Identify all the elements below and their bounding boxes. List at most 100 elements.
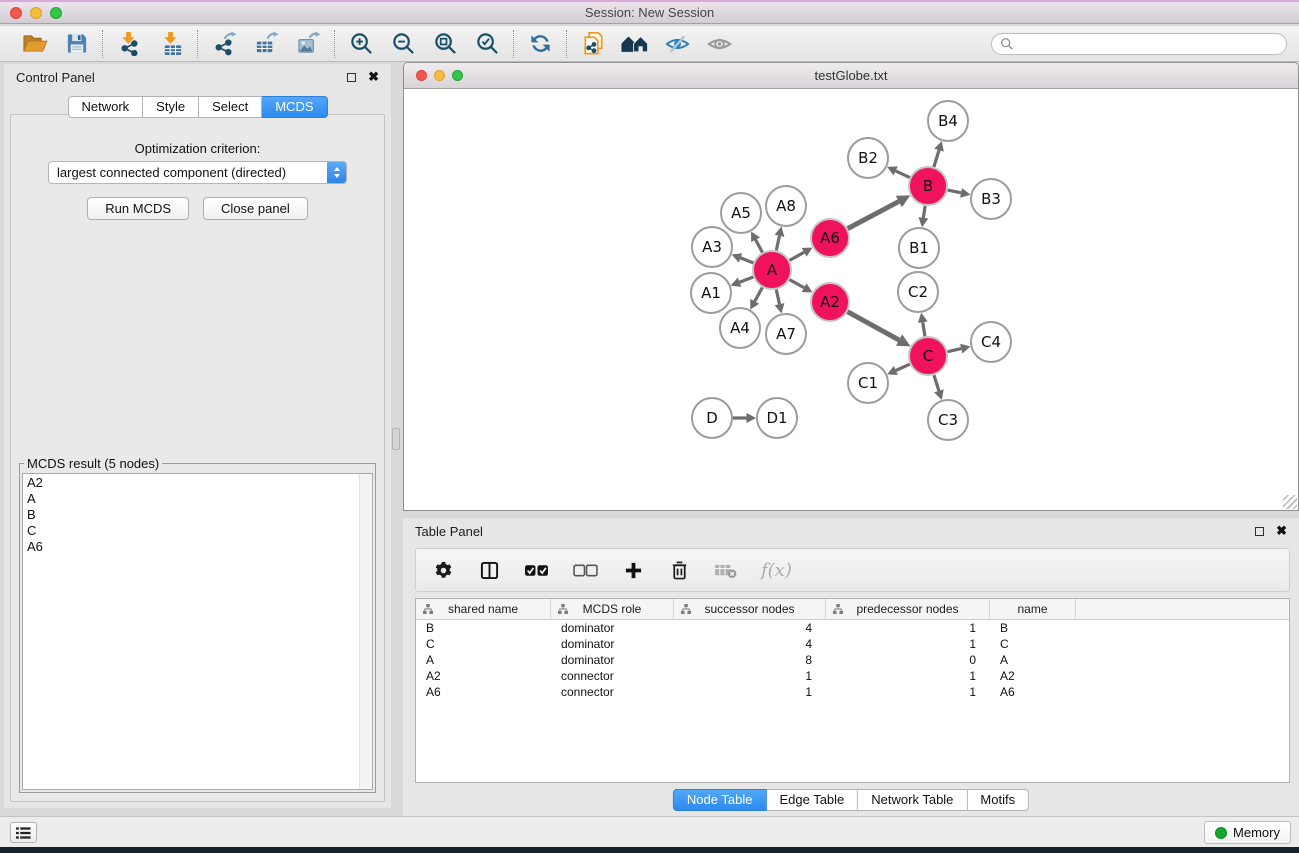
close-table-panel-icon[interactable]: ✖ bbox=[1276, 526, 1287, 536]
graph-edge-C-C2[interactable] bbox=[918, 313, 928, 336]
table-cell[interactable]: connector bbox=[551, 669, 674, 683]
mcds-result-item[interactable]: B bbox=[27, 507, 372, 523]
table-cell[interactable]: connector bbox=[551, 685, 674, 699]
mcds-result-item[interactable]: A2 bbox=[27, 475, 372, 491]
table-cell[interactable]: dominator bbox=[551, 621, 674, 635]
export-image-button[interactable] bbox=[293, 29, 323, 59]
graph-edge-A2-C[interactable] bbox=[848, 312, 911, 347]
graph-node-B[interactable]: B bbox=[909, 167, 947, 205]
graph-edge-B-B1[interactable] bbox=[918, 206, 928, 227]
table-row[interactable]: Cdominator41C bbox=[416, 636, 1289, 652]
unselect-all-button[interactable] bbox=[573, 558, 598, 582]
table-cell[interactable]: B bbox=[990, 621, 1076, 635]
refresh-button[interactable] bbox=[525, 29, 555, 59]
select-all-button[interactable] bbox=[524, 558, 549, 582]
graph-edge-B-B4[interactable] bbox=[934, 141, 944, 167]
close-panel-icon[interactable]: ✖ bbox=[368, 72, 379, 82]
graph-node-C[interactable]: C bbox=[909, 337, 947, 375]
graph-node-C1[interactable]: C1 bbox=[848, 363, 888, 403]
tab-style[interactable]: Style bbox=[143, 96, 199, 118]
table-tab-edge-table[interactable]: Edge Table bbox=[766, 789, 858, 811]
graph-edge-A-A3[interactable] bbox=[732, 253, 754, 263]
export-table-button[interactable] bbox=[251, 29, 281, 59]
graph-node-C3[interactable]: C3 bbox=[928, 400, 968, 440]
minimize-window-button[interactable] bbox=[30, 7, 42, 19]
graph-node-A8[interactable]: A8 bbox=[766, 186, 806, 226]
graph-edge-A-A4[interactable] bbox=[750, 288, 762, 310]
table-row[interactable]: A2connector11A2 bbox=[416, 668, 1289, 684]
network-canvas[interactable]: B4B2BB3A5A8A6B1A3AA1C2A2A4A7C4CC1C3DD1 bbox=[404, 89, 1298, 510]
mcds-result-item[interactable]: C bbox=[27, 523, 372, 539]
mcds-result-item[interactable]: A6 bbox=[27, 539, 372, 555]
graph-node-A4[interactable]: A4 bbox=[720, 308, 760, 348]
table-cell[interactable]: 1 bbox=[826, 621, 990, 635]
add-column-button[interactable] bbox=[622, 558, 644, 582]
graph-node-A5[interactable]: A5 bbox=[721, 193, 761, 233]
table-cell[interactable]: B bbox=[416, 621, 551, 635]
open-file-button[interactable] bbox=[19, 29, 49, 59]
graph-edge-A-A5[interactable] bbox=[751, 231, 762, 252]
mcds-result-item[interactable]: A bbox=[27, 491, 372, 507]
graph-edge-D-D1[interactable] bbox=[733, 413, 756, 423]
graph-edge-A-A2[interactable] bbox=[790, 280, 813, 293]
table-cell[interactable]: A2 bbox=[416, 669, 551, 683]
table-cell[interactable]: C bbox=[416, 637, 551, 651]
table-cell[interactable]: A6 bbox=[416, 685, 551, 699]
graph-node-B3[interactable]: B3 bbox=[971, 179, 1011, 219]
function-builder-button[interactable]: f(x) bbox=[761, 558, 792, 582]
graph-node-A3[interactable]: A3 bbox=[692, 227, 732, 267]
delete-columns-button[interactable] bbox=[668, 558, 690, 582]
table-cell[interactable]: 1 bbox=[826, 685, 990, 699]
graph-edge-A-A1[interactable] bbox=[731, 277, 754, 287]
show-columns-button[interactable] bbox=[478, 558, 500, 582]
run-mcds-button[interactable]: Run MCDS bbox=[87, 197, 189, 220]
graph-edge-C-C3[interactable] bbox=[934, 375, 944, 400]
close-view-button[interactable] bbox=[416, 70, 427, 81]
graph-node-D[interactable]: D bbox=[692, 398, 732, 438]
split-divider-handle[interactable] bbox=[392, 428, 400, 450]
show-all-button[interactable] bbox=[704, 29, 734, 59]
table-settings-button[interactable] bbox=[432, 558, 454, 582]
resize-grip-icon[interactable] bbox=[1283, 495, 1297, 509]
graph-node-A1[interactable]: A1 bbox=[691, 273, 731, 313]
float-panel-icon[interactable] bbox=[347, 73, 356, 82]
graph-node-C2[interactable]: C2 bbox=[898, 272, 938, 312]
new-network-from-selection-button[interactable] bbox=[578, 29, 608, 59]
table-cell[interactable]: 4 bbox=[674, 637, 826, 651]
criterion-dropdown[interactable]: largest connected component (directed) bbox=[48, 161, 347, 184]
tab-mcds[interactable]: MCDS bbox=[262, 96, 327, 118]
search-field[interactable] bbox=[991, 33, 1287, 55]
table-cell[interactable]: A bbox=[416, 653, 551, 667]
zoom-fit-button[interactable] bbox=[430, 29, 460, 59]
table-cell[interactable]: 0 bbox=[826, 653, 990, 667]
graph-node-A[interactable]: A bbox=[753, 251, 791, 289]
column-header-MCDS-role[interactable]: MCDS role bbox=[551, 599, 674, 619]
table-cell[interactable]: 1 bbox=[826, 669, 990, 683]
table-cell[interactable]: 1 bbox=[826, 637, 990, 651]
table-cell[interactable]: C bbox=[990, 637, 1076, 651]
graph-edge-B-B2[interactable] bbox=[887, 166, 910, 177]
table-cell[interactable]: 8 bbox=[674, 653, 826, 667]
graph-edge-A-A8[interactable] bbox=[775, 227, 785, 251]
table-tab-network-table[interactable]: Network Table bbox=[858, 789, 967, 811]
hide-selected-button[interactable] bbox=[662, 29, 692, 59]
zoom-out-button[interactable] bbox=[388, 29, 418, 59]
graph-edge-A6-B[interactable] bbox=[848, 195, 911, 228]
zoom-in-button[interactable] bbox=[346, 29, 376, 59]
graph-node-A6[interactable]: A6 bbox=[811, 219, 849, 257]
save-session-button[interactable] bbox=[61, 29, 91, 59]
tab-select[interactable]: Select bbox=[199, 96, 262, 118]
delete-table-button[interactable] bbox=[714, 558, 737, 582]
graph-edge-B-B3[interactable] bbox=[948, 188, 971, 198]
import-table-button[interactable] bbox=[156, 29, 186, 59]
panel-list-button[interactable] bbox=[10, 822, 37, 843]
table-cell[interactable]: 1 bbox=[674, 669, 826, 683]
column-header-successor-nodes[interactable]: successor nodes bbox=[674, 599, 826, 619]
table-cell[interactable]: A2 bbox=[990, 669, 1076, 683]
graph-node-C4[interactable]: C4 bbox=[971, 322, 1011, 362]
float-table-panel-icon[interactable] bbox=[1255, 527, 1264, 536]
graph-edge-A-A6[interactable] bbox=[790, 248, 813, 261]
zoom-selected-button[interactable] bbox=[472, 29, 502, 59]
graph-node-B4[interactable]: B4 bbox=[928, 101, 968, 141]
minimize-view-button[interactable] bbox=[434, 70, 445, 81]
